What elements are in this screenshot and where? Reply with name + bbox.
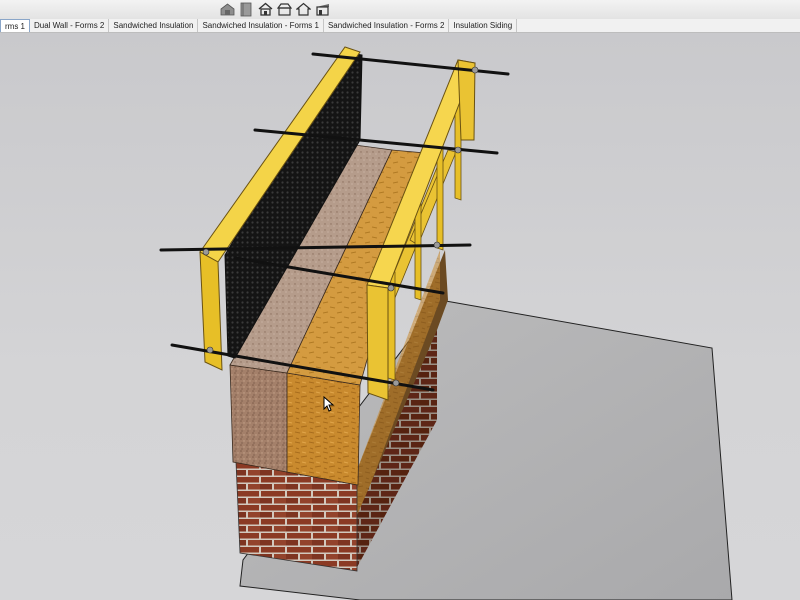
tab-forms-1[interactable]: rms 1 — [0, 19, 30, 32]
tab-dual-wall-forms-2[interactable]: Dual Wall - Forms 2 — [30, 19, 110, 32]
tab-sandwiched-insulation[interactable]: Sandwiched Insulation — [109, 19, 199, 32]
tab-insulation-siding[interactable]: Insulation Siding — [449, 19, 518, 32]
insulation-layer-front — [286, 372, 361, 486]
tab-sandwiched-insulation-forms-1[interactable]: Sandwiched Insulation - Forms 1 — [198, 19, 324, 32]
shed-icon[interactable] — [314, 1, 330, 17]
3d-viewport[interactable] — [0, 33, 800, 600]
house-outline-icon[interactable] — [295, 1, 311, 17]
mouse-cursor-icon — [323, 396, 335, 412]
scene-tabs: rms 1 Dual Wall - Forms 2 Sandwiched Ins… — [0, 19, 800, 33]
warehouse-icon[interactable] — [219, 1, 235, 17]
aggregate-layer-front — [229, 364, 288, 473]
scene-icon-strip — [216, 0, 346, 18]
toolbar — [0, 0, 800, 21]
wall-model — [159, 46, 733, 600]
barn-icon[interactable] — [276, 1, 292, 17]
tab-sandwiched-insulation-forms-2[interactable]: Sandwiched Insulation - Forms 2 — [324, 19, 450, 32]
house-icon[interactable] — [257, 1, 273, 17]
book-icon[interactable] — [238, 1, 254, 17]
